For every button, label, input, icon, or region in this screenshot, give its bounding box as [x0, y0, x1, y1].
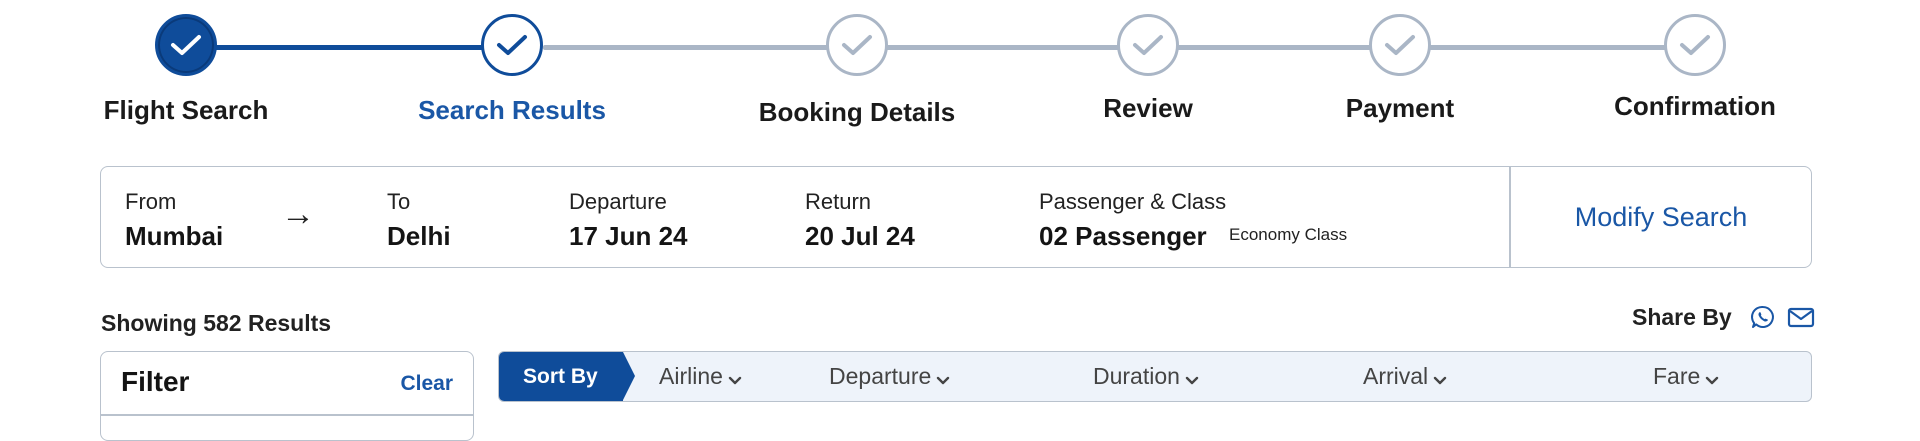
filter-divider [101, 414, 473, 416]
step-search-results[interactable]: Search Results [352, 0, 672, 125]
share-by: Share By [1632, 302, 1824, 332]
chevron-down-icon [1433, 365, 1447, 392]
passenger-field: Passenger & Class 02 Passenger [1039, 189, 1226, 252]
sort-option-label: Fare [1653, 363, 1701, 389]
step-confirmation[interactable]: Confirmation [1535, 0, 1855, 121]
chevron-down-icon [728, 365, 742, 392]
sort-fare[interactable]: Fare [1653, 352, 1719, 401]
return-value: 20 Jul 24 [805, 221, 915, 251]
step-label: Flight Search [103, 95, 269, 125]
share-label: Share By [1632, 303, 1732, 330]
to-field: To Delhi [387, 189, 451, 252]
departure-label: Departure [569, 189, 667, 214]
check-icon [155, 14, 217, 76]
to-label: To [387, 189, 411, 214]
filter-panel: Filter Clear [100, 351, 474, 441]
modify-search-button[interactable]: Modify Search [1511, 167, 1811, 267]
from-label: From [125, 189, 177, 214]
chevron-down-icon [1185, 365, 1199, 392]
check-icon [481, 14, 543, 76]
step-label: Payment [1345, 93, 1455, 123]
from-value: Mumbai [125, 221, 224, 251]
sort-option-label: Arrival [1363, 363, 1429, 389]
progress-stepper: Flight Search Search Results Booking Det… [0, 0, 1920, 140]
sort-bar: Sort By Airline Departure Duration Arriv… [498, 351, 1812, 402]
chevron-down-icon [936, 365, 950, 392]
sort-arrival[interactable]: Arrival [1363, 352, 1447, 401]
chevron-down-icon [1705, 365, 1719, 392]
results-count: Showing 582 Results [101, 310, 332, 336]
check-icon [1117, 14, 1179, 76]
step-payment[interactable]: Payment [1240, 0, 1560, 123]
arrow-right-icon: → [281, 195, 315, 233]
sort-departure[interactable]: Departure [829, 352, 950, 401]
filter-clear-button[interactable]: Clear [400, 372, 453, 396]
sort-by-arrow [623, 352, 635, 400]
sort-option-label: Airline [659, 363, 723, 389]
step-flight-search[interactable]: Flight Search [26, 0, 346, 125]
return-label: Return [805, 189, 872, 214]
departure-value: 17 Jun 24 [569, 221, 688, 251]
sort-duration[interactable]: Duration [1093, 352, 1199, 401]
mail-icon[interactable] [1786, 302, 1816, 332]
class-value: Economy Class [1229, 225, 1348, 244]
step-booking-details[interactable]: Booking Details [697, 0, 1017, 127]
sort-option-label: Duration [1093, 363, 1180, 389]
step-label: Search Results [418, 95, 606, 125]
sort-by-label: Sort By [499, 352, 623, 401]
check-icon [826, 14, 888, 76]
step-label: Booking Details [758, 97, 956, 127]
departure-field: Departure 17 Jun 24 [569, 189, 688, 252]
passenger-value: 02 Passenger [1039, 221, 1207, 251]
from-field: From Mumbai [125, 189, 223, 252]
to-value: Delhi [387, 221, 451, 251]
check-icon [1664, 14, 1726, 76]
filter-title: Filter [121, 366, 190, 397]
sort-option-label: Departure [829, 363, 932, 389]
return-field: Return 20 Jul 24 [805, 189, 915, 252]
check-icon [1369, 14, 1431, 76]
whatsapp-icon[interactable] [1748, 302, 1778, 332]
sort-airline[interactable]: Airline [659, 352, 742, 401]
passenger-label: Passenger & Class [1039, 189, 1227, 214]
step-label: Confirmation [1614, 91, 1776, 121]
search-summary: From Mumbai → To Delhi Departure 17 Jun … [100, 166, 1812, 268]
